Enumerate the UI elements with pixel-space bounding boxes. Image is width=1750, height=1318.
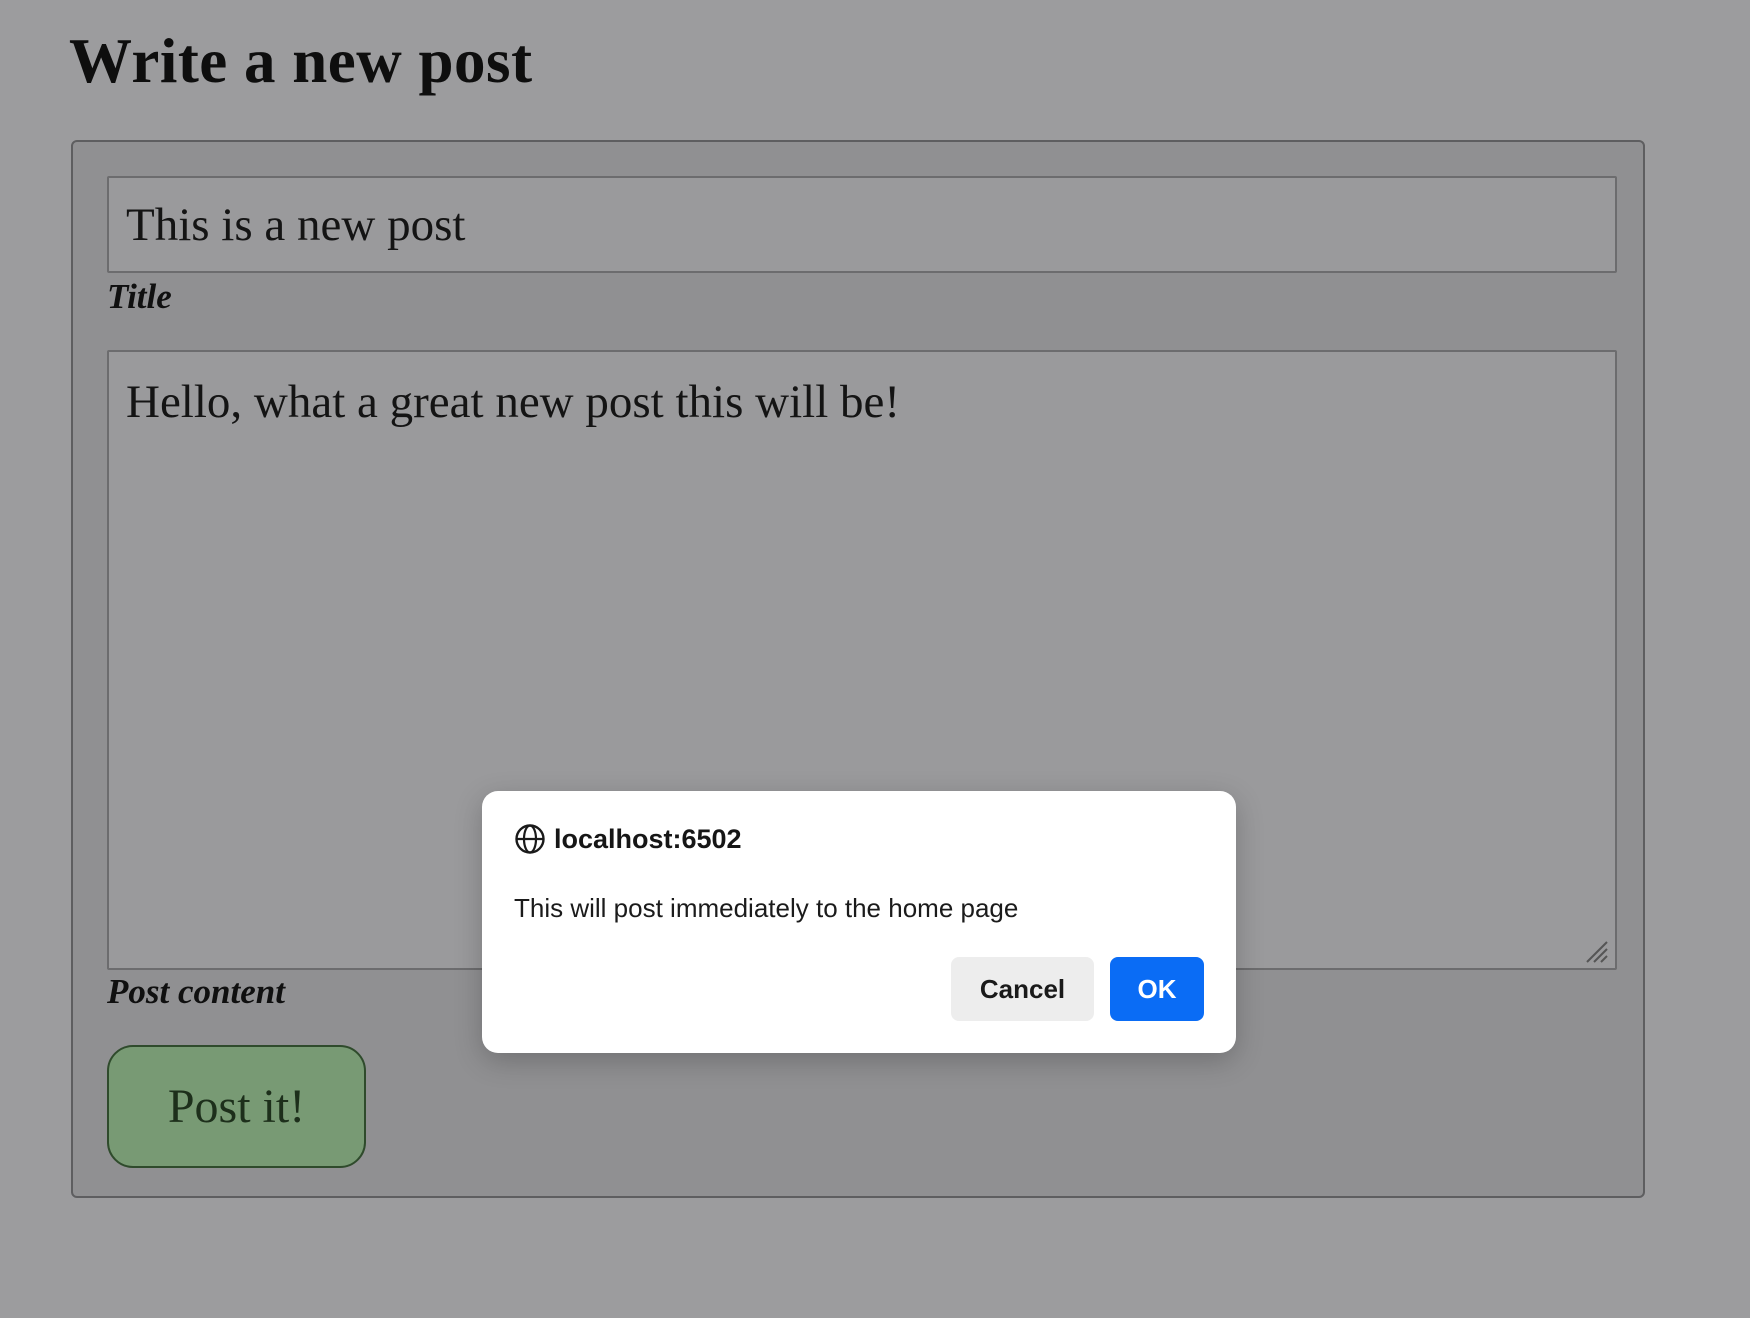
post-it-button[interactable]: Post it! — [107, 1045, 366, 1168]
title-label: Title — [107, 277, 172, 316]
page-title: Write a new post — [69, 26, 533, 96]
dialog-message: This will post immediately to the home p… — [514, 893, 1019, 923]
title-input[interactable] — [107, 176, 1617, 273]
cancel-button[interactable]: Cancel — [951, 957, 1094, 1021]
post-content-label: Post content — [107, 972, 285, 1011]
ok-button[interactable]: OK — [1110, 957, 1204, 1021]
dialog-origin: localhost:6502 — [554, 823, 742, 854]
globe-icon — [515, 824, 545, 854]
confirm-dialog: localhost:6502 This will post immediatel… — [482, 791, 1236, 1053]
resize-handle-icon[interactable] — [1581, 936, 1609, 964]
dialog-header: localhost:6502 — [514, 823, 742, 855]
